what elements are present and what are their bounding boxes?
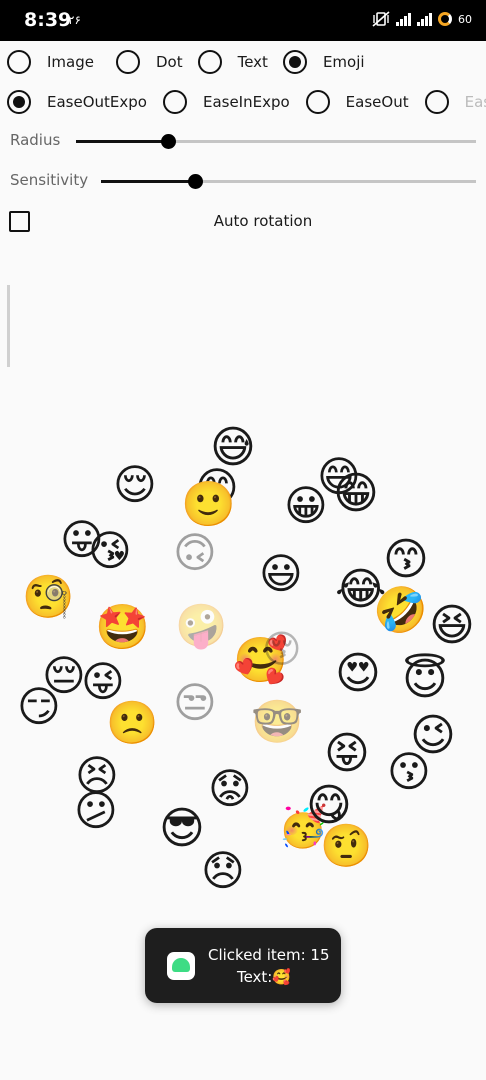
radio-easeout-circle[interactable] xyxy=(305,90,330,114)
cloud-emoji[interactable]: 😏 xyxy=(17,686,61,728)
radio-ease-circle[interactable] xyxy=(424,90,449,114)
radio-text[interactable]: Text xyxy=(197,50,283,74)
shape-radio-group: Image Dot Text Emoji xyxy=(0,42,375,82)
radio-emoji[interactable]: Emoji xyxy=(282,50,375,74)
radio-dot[interactable]: Dot xyxy=(115,50,198,74)
radio-easeinexpo-circle[interactable] xyxy=(162,90,187,114)
radio-ease-label: Ease xyxy=(464,93,486,111)
android-app-icon xyxy=(167,952,195,980)
cloud-emoji[interactable]: 😁 xyxy=(333,472,379,516)
cloud-emoji[interactable]: 😘 xyxy=(88,530,132,572)
status-bar: 8:39 ۲۶ 60 xyxy=(0,0,486,41)
radio-easeoutexpo[interactable]: EaseOutExpo xyxy=(0,90,163,114)
cloud-emoji[interactable]: 😜 xyxy=(81,661,125,703)
sensitivity-label: Sensitivity xyxy=(10,171,89,189)
auto-rotation-label: Auto rotation xyxy=(213,212,313,230)
cloud-emoji[interactable]: 😒 xyxy=(173,682,217,724)
radio-easeinexpo-label: EaseInExpo xyxy=(202,93,290,111)
radio-image-label: Image xyxy=(47,53,94,71)
radio-easeoutexpo-circle[interactable] xyxy=(7,90,31,114)
radius-slider[interactable] xyxy=(76,134,476,149)
sensitivity-slider[interactable] xyxy=(101,174,476,189)
toast-line-1: Clicked item: 15 xyxy=(208,946,330,964)
cloud-emoji[interactable]: 😙 xyxy=(383,538,429,582)
radio-emoji-circle[interactable] xyxy=(282,50,307,74)
cloud-emoji[interactable]: 😀 xyxy=(284,485,328,527)
cloud-emoji[interactable]: 😇 xyxy=(402,658,448,702)
radio-easeoutexpo-label: EaseOutExpo xyxy=(47,93,147,111)
cloud-emoji[interactable]: 😍 xyxy=(335,652,381,696)
radio-dot-label: Dot xyxy=(155,53,183,71)
cloud-emoji[interactable]: 😕 xyxy=(74,790,118,832)
radio-ease-partial[interactable]: Ease xyxy=(424,90,486,114)
cloud-emoji[interactable]: 😃 xyxy=(259,553,303,595)
cloud-emoji[interactable]: 😌 xyxy=(113,464,157,506)
vibrate-off-icon xyxy=(372,11,390,27)
radio-image-circle[interactable] xyxy=(7,50,31,74)
status-icons: 60 xyxy=(372,11,472,27)
radio-image[interactable]: Image xyxy=(0,50,116,74)
cloud-emoji[interactable]: 🧐 xyxy=(22,576,74,618)
radio-emoji-label: Emoji xyxy=(322,53,365,71)
cloud-emoji[interactable]: 😆 xyxy=(429,604,475,648)
radius-slider-row: Radius xyxy=(0,121,486,161)
status-time: 8:39 xyxy=(24,9,72,31)
sensitivity-slider-thumb[interactable] xyxy=(187,174,203,189)
sensitivity-slider-row: Sensitivity xyxy=(0,161,486,201)
cloud-emoji[interactable]: 😝 xyxy=(324,732,370,776)
cloud-emoji[interactable]: 😎 xyxy=(159,807,205,851)
cloud-emoji[interactable]: 😟 xyxy=(208,768,252,810)
battery-level: 60 xyxy=(458,12,472,26)
radio-easeout[interactable]: EaseOut xyxy=(305,90,425,114)
easing-radio-group: EaseOutExpo EaseInExpo EaseOut Ease xyxy=(0,82,486,122)
cloud-emoji[interactable]: 🙂 xyxy=(181,483,236,527)
radio-easeout-label: EaseOut xyxy=(345,93,409,111)
sensitivity-slider-fill xyxy=(101,180,195,183)
signal-icon-2 xyxy=(417,12,432,26)
radius-label: Radius xyxy=(10,131,61,149)
radio-dot-circle[interactable] xyxy=(115,50,140,74)
radius-slider-thumb[interactable] xyxy=(161,134,176,149)
cloud-emoji[interactable]: 🤨 xyxy=(320,825,372,867)
radio-text-label: Text xyxy=(237,53,268,71)
radio-easeinexpo[interactable]: EaseInExpo xyxy=(162,90,306,114)
toast-line-2: Text:🥰 xyxy=(236,968,292,986)
signal-icon xyxy=(396,12,411,26)
text-input-cursor-bar[interactable] xyxy=(7,285,10,367)
cloud-emoji[interactable]: 🤓 xyxy=(251,701,303,743)
cloud-emoji[interactable]: 🤩 xyxy=(95,606,150,650)
cloud-emoji[interactable]: 🤪 xyxy=(175,605,227,647)
cloud-emoji[interactable]: 😞 xyxy=(201,850,245,892)
radius-slider-fill xyxy=(76,140,168,143)
cloud-emoji[interactable]: 🙃 xyxy=(173,532,217,574)
status-date: ۲۶ xyxy=(68,13,81,27)
cloud-emoji[interactable]: 😚 xyxy=(262,630,302,668)
emoji-tag-cloud[interactable]: 😅 😌 😊 🙂 😄 😁 😀 😙 😛 😘 🙃 😃 🧐 😂 🤣 😆 🤩 🤪 🥰 😚 😍 😇 😔 😜 😏 🙁 😒 🤓 😉 😝 😗 😣 😕 😟 😎 🥳 😋 🤨 😞 xyxy=(0,400,486,920)
battery-icon xyxy=(438,12,452,26)
cloud-emoji[interactable]: 😗 xyxy=(387,751,431,793)
cloud-emoji[interactable]: 🤣 xyxy=(373,589,428,633)
cloud-emoji[interactable]: 🙁 xyxy=(106,702,158,744)
radio-text-circle[interactable] xyxy=(197,50,222,74)
toast-message: Clicked item: 15 Text:🥰 xyxy=(145,928,341,1003)
